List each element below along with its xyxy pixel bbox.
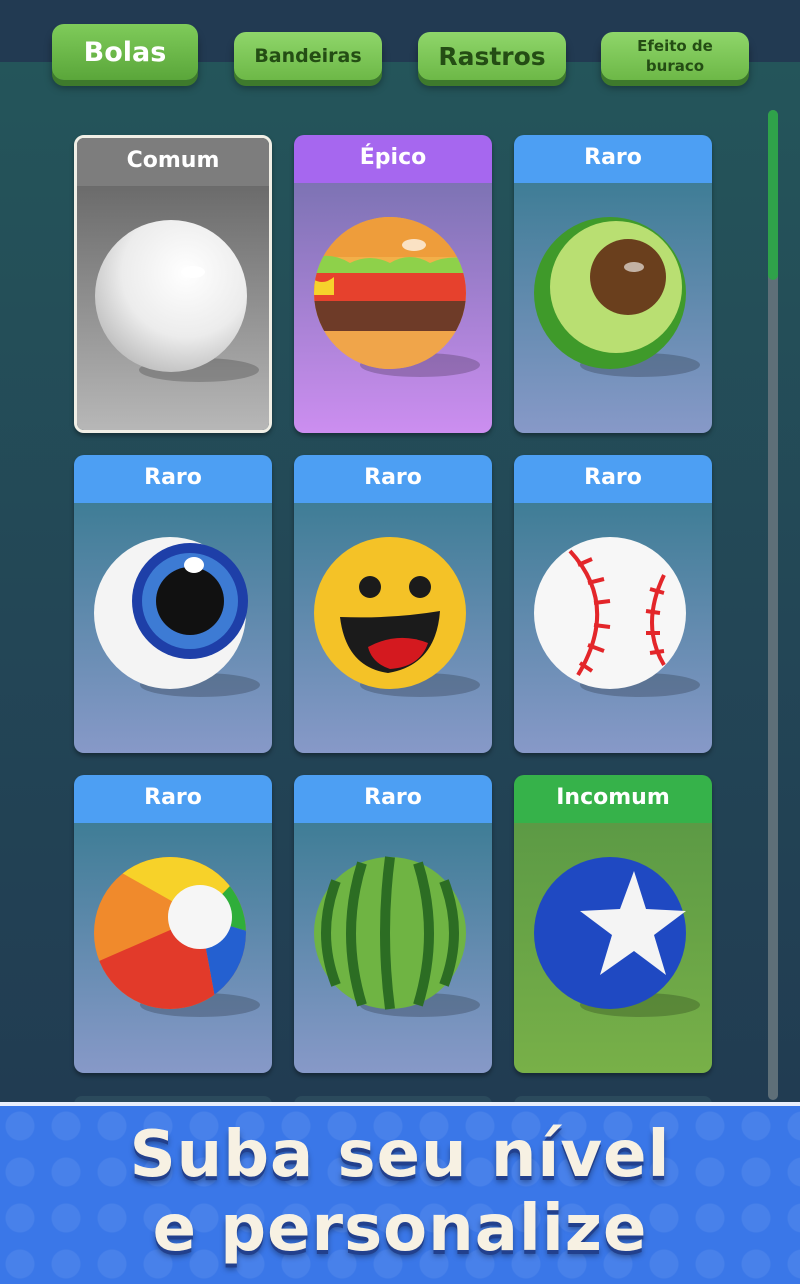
rarity-label: Raro bbox=[74, 775, 272, 823]
beach-ball-icon bbox=[94, 857, 260, 1017]
ball-card-watermelon[interactable]: Raro bbox=[294, 775, 492, 1073]
avocado-ball-icon bbox=[534, 217, 700, 377]
ball-card-eyeball[interactable]: Raro bbox=[74, 455, 272, 753]
rarity-label: Raro bbox=[514, 135, 712, 183]
smiley-ball-icon bbox=[314, 537, 480, 697]
baseball-icon bbox=[534, 537, 700, 697]
ball-card-baseball[interactable]: Raro bbox=[514, 455, 712, 753]
watermelon-ball-icon bbox=[314, 856, 480, 1017]
tab-bandeiras[interactable]: Bandeiras bbox=[234, 32, 382, 80]
ball-card-star[interactable]: Incomum bbox=[514, 775, 712, 1073]
banner-line-2: e personalize bbox=[152, 1192, 648, 1266]
ball-card-white[interactable]: Comum bbox=[74, 135, 272, 433]
scrollbar-thumb[interactable] bbox=[768, 110, 778, 280]
tab-label: Rastros bbox=[438, 41, 546, 71]
rarity-label: Comum bbox=[77, 138, 269, 186]
ball-card-avocado[interactable]: Raro bbox=[514, 135, 712, 433]
banner-line-1: Suba seu nível bbox=[129, 1118, 671, 1192]
tab-bolas[interactable]: Bolas bbox=[52, 24, 198, 80]
tab-label: Bolas bbox=[83, 36, 167, 68]
rarity-label: Raro bbox=[294, 775, 492, 823]
rarity-label: Raro bbox=[294, 455, 492, 503]
rarity-label: Épico bbox=[294, 135, 492, 183]
tab-efeito-de-buraco[interactable]: Efeito de buraco bbox=[601, 32, 749, 80]
ball-card-burger[interactable]: Épico bbox=[294, 135, 492, 433]
white-ball-icon bbox=[95, 220, 259, 382]
tab-rastros[interactable]: Rastros bbox=[418, 32, 566, 80]
ball-card-beachball[interactable]: Raro bbox=[74, 775, 272, 1073]
rarity-label: Raro bbox=[74, 455, 272, 503]
rarity-label: Incomum bbox=[514, 775, 712, 823]
rarity-label: Raro bbox=[514, 455, 712, 503]
ball-card-smiley[interactable]: Raro bbox=[294, 455, 492, 753]
tab-label: Efeito de buraco bbox=[637, 37, 713, 75]
tab-label: Bandeiras bbox=[254, 45, 362, 67]
eyeball-icon bbox=[94, 537, 260, 697]
star-ball-icon bbox=[534, 857, 700, 1017]
burger-ball-icon bbox=[314, 217, 480, 377]
